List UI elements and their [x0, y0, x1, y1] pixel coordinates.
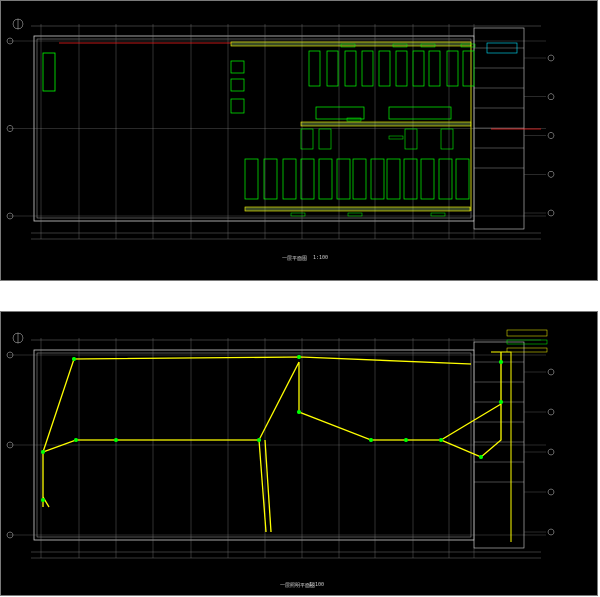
- equipment-small: [440, 128, 454, 150]
- axis-bubble-right: [547, 448, 555, 456]
- equipment-small: [318, 128, 332, 150]
- light-fixture-icon: [404, 438, 408, 442]
- equipment-small: [404, 128, 418, 150]
- light-fixture-icon: [297, 410, 301, 414]
- machine-upper: [462, 50, 475, 87]
- equipment-small: [230, 60, 245, 74]
- light-fixture-icon: [72, 357, 76, 361]
- light-fixture-icon: [41, 498, 45, 502]
- equipment-small: [300, 128, 314, 150]
- table-mid: [388, 106, 452, 120]
- machine-lower: [318, 158, 333, 200]
- axis-bubble-right: [547, 408, 555, 416]
- drawing-viewport-top[interactable]: 一层平面图 1:100: [0, 0, 598, 281]
- label-tag: [347, 212, 363, 217]
- machine-lower: [282, 158, 297, 200]
- circuit-right-branch: [298, 362, 502, 441]
- machine-upper: [361, 50, 374, 87]
- floor-plan-bottom: [6, 329, 555, 559]
- label-tag: [290, 212, 306, 217]
- machine-upper: [412, 50, 425, 87]
- label-tag: [346, 117, 362, 122]
- legend-row: [506, 329, 548, 337]
- drawing-title-top: 一层平面图: [282, 256, 308, 262]
- axis-bubble-right: [547, 132, 555, 139]
- axis-bubble-right: [547, 171, 555, 178]
- machine-upper: [446, 50, 459, 87]
- supply-bar-mid: [300, 121, 472, 127]
- label-tag: [430, 212, 446, 217]
- light-fixture-icon: [74, 438, 78, 442]
- machine-upper: [395, 50, 408, 87]
- machine-upper: [378, 50, 391, 87]
- light-fixture-icon: [499, 360, 503, 364]
- machine-lower: [263, 158, 278, 200]
- machine-lower: [403, 158, 418, 200]
- machine-lower: [420, 158, 435, 200]
- axis-bubble-right: [547, 368, 555, 376]
- axis-bubble-right: [547, 93, 555, 100]
- drawing-viewport-bottom[interactable]: 一层照明平面图 1:100: [0, 311, 598, 596]
- axis-bubble-right: [547, 209, 555, 217]
- circuit-drop-b: [264, 439, 272, 533]
- machine-lower: [352, 158, 367, 200]
- light-fixture-icon: [479, 455, 483, 459]
- light-fixture-icon: [257, 438, 261, 442]
- light-fixture-icon: [369, 438, 373, 442]
- light-fixture-icon: [439, 438, 443, 442]
- machine-upper: [326, 50, 339, 87]
- light-fixture-icon: [41, 450, 45, 454]
- light-fixture-icon: [499, 400, 503, 404]
- machine-lower: [438, 158, 453, 200]
- light-fixture-icon: [297, 355, 301, 359]
- equipment-small: [230, 78, 245, 92]
- machine-lower: [244, 158, 259, 200]
- axis-bubble-right: [547, 54, 555, 62]
- machine-lower: [300, 158, 315, 200]
- machine-upper: [344, 50, 357, 87]
- axis-bubble-right: [547, 488, 555, 496]
- axis-bubble-right: [547, 528, 555, 536]
- machine-upper: [308, 50, 321, 87]
- label-tag: [388, 135, 404, 140]
- drawing-scale-bottom: 1:100: [309, 582, 325, 588]
- light-fixture-icon: [114, 438, 118, 442]
- drawing-scale-top: 1:100: [313, 255, 329, 261]
- table-mid: [315, 106, 365, 120]
- machine-lower: [455, 158, 470, 200]
- machine-lower: [370, 158, 385, 200]
- supply-bar-bottom: [244, 206, 471, 212]
- equipment-left: [42, 52, 56, 92]
- legend-row: [506, 347, 548, 353]
- equipment-small: [230, 98, 245, 114]
- floor-plan-top: [6, 18, 555, 240]
- machine-upper: [428, 50, 441, 87]
- circuit-top: [42, 356, 472, 453]
- machine-lower: [386, 158, 401, 200]
